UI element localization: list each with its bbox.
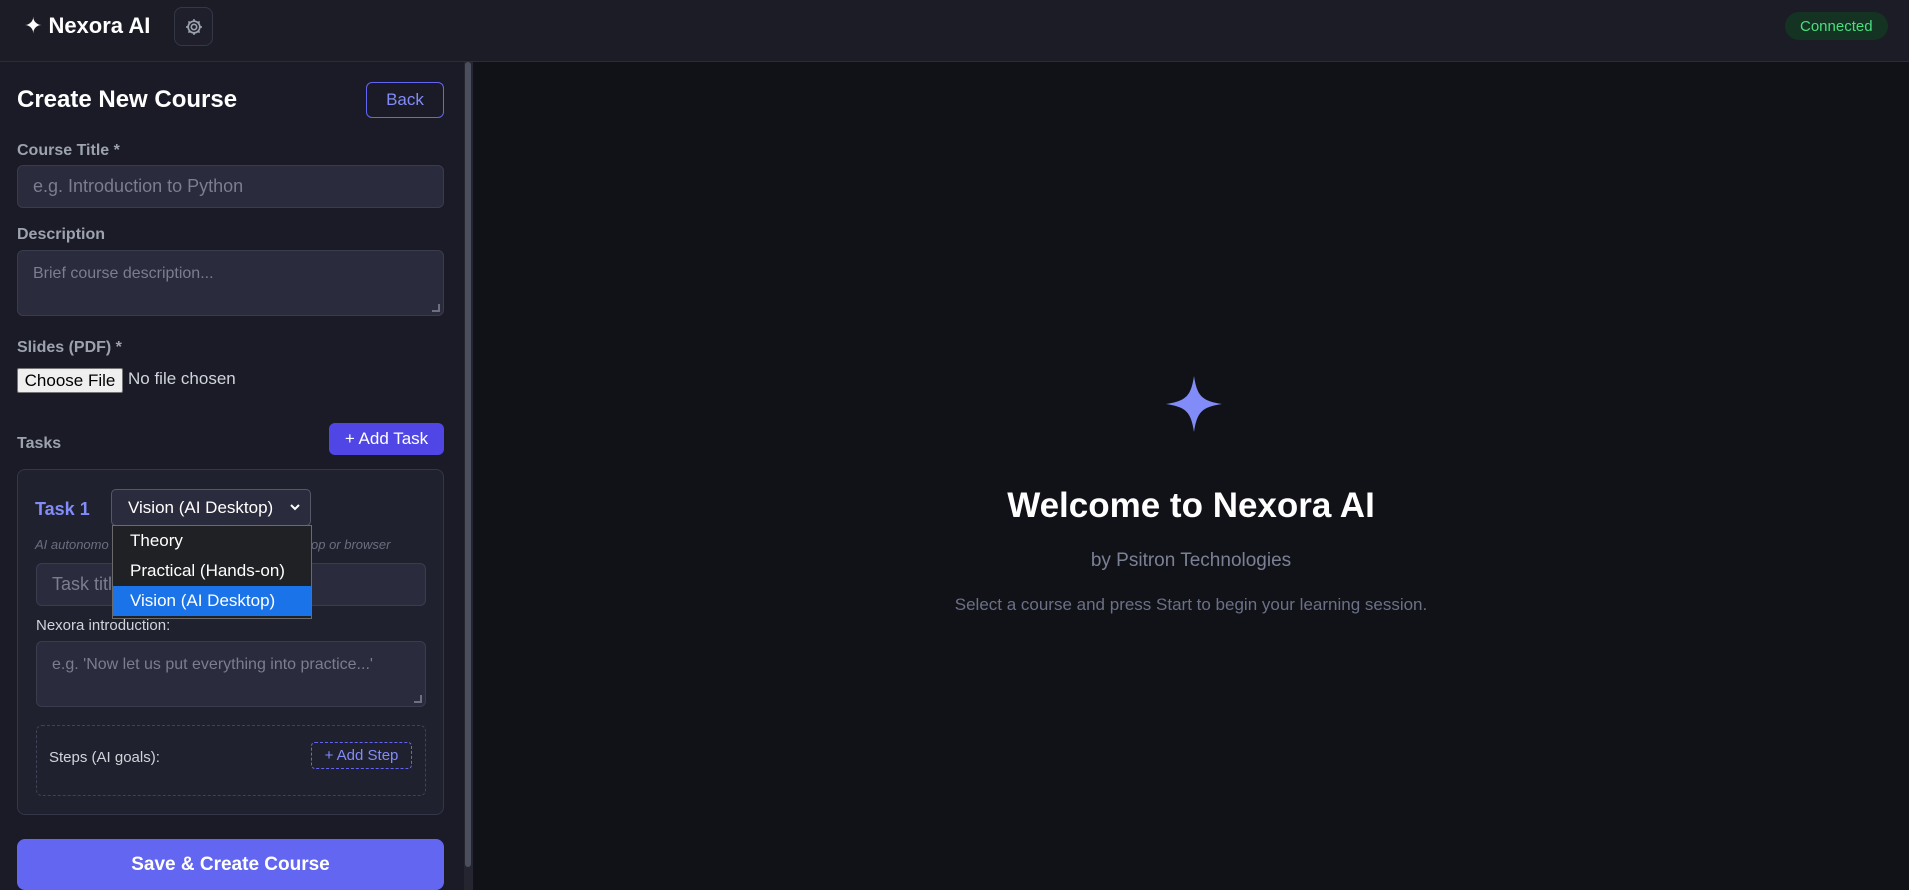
nexora-intro-label: Nexora introduction: [36,617,171,634]
option-practical[interactable]: Practical (Hands-on) [113,556,311,586]
welcome-hint: Select a course and press Start to begin… [954,595,1428,614]
gear-icon [185,18,202,35]
welcome-title: Welcome to Nexora AI [1007,486,1375,525]
description-textarea[interactable]: Brief course description... [17,250,444,316]
steps-label: Steps (AI goals): [49,749,160,766]
save-create-course-button[interactable]: Save & Create Course [17,839,444,890]
sparkle-icon: ✦ [24,13,43,38]
task-type-dropdown: Theory Practical (Hands-on) Vision (AI D… [112,525,312,619]
resize-handle-icon[interactable] [414,695,422,703]
option-vision[interactable]: Vision (AI Desktop) [113,586,311,616]
settings-button[interactable] [174,7,213,46]
task-hint: AI autonomo [35,537,109,552]
course-title-placeholder: e.g. Introduction to Python [33,176,244,196]
option-theory[interactable]: Theory [113,526,311,556]
welcome-subtitle: by Psitron Technologies [1090,550,1292,571]
sidebar-scrollbar-thumb[interactable] [465,62,471,867]
resize-handle-icon[interactable] [432,304,440,312]
course-title-label: Course Title * [17,142,120,159]
back-button[interactable]: Back [366,82,444,118]
description-label: Description [17,226,106,243]
choose-file-button[interactable]: Choose File [17,368,123,393]
sparkle-icon [1166,376,1222,432]
panel-divider [472,62,473,890]
course-title-input[interactable]: e.g. Introduction to Python [17,165,444,208]
nexora-intro-placeholder: e.g. 'Now let us put everything into pra… [52,656,373,673]
task-title: Task 1 [35,499,90,519]
file-status: No file chosen [128,369,236,388]
top-bar: ✦ Nexora AI Connected [0,0,1909,62]
add-step-button[interactable]: + Add Step [311,742,412,769]
connection-status-badge: Connected [1785,12,1888,40]
task-type-value: Vision (AI Desktop) [128,497,274,517]
nexora-intro-textarea[interactable]: e.g. 'Now let us put everything into pra… [36,641,426,707]
description-placeholder: Brief course description... [33,265,214,282]
tasks-label: Tasks [17,435,62,452]
task-hint-tail: op or browser [311,537,391,552]
brand: ✦ Nexora AI [24,13,150,39]
slides-label: Slides (PDF) * [17,339,122,356]
chevron-down-icon [290,504,300,511]
task-type-select[interactable]: Vision (AI Desktop) [111,489,311,526]
sidebar-create-course: Create New Course Back Course Title * e.… [0,62,464,890]
page-title: Create New Course [17,86,238,113]
brand-name: Nexora AI [48,13,151,38]
add-task-button[interactable]: + Add Task [329,423,444,455]
